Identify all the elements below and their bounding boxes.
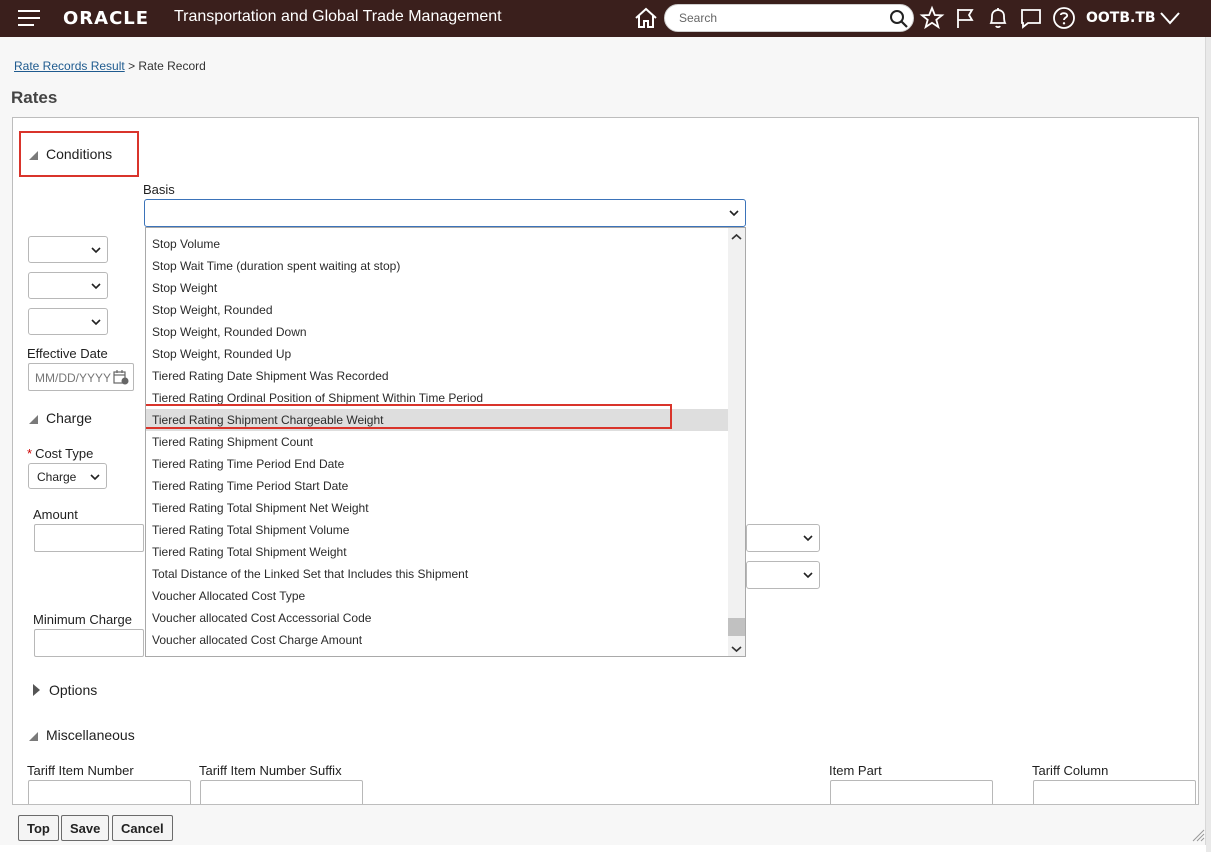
conditions-section-toggle[interactable]: Conditions [29,146,112,162]
save-button[interactable]: Save [61,815,110,841]
basis-option[interactable]: Total Distance of the Linked Set that In… [146,563,729,585]
favorites-star-icon[interactable] [919,5,945,31]
tariff-column-input[interactable] [1033,780,1196,804]
basis-option[interactable]: Voucher allocated Cost Accessorial Code [146,607,729,629]
breadcrumb-current: Rate Record [138,59,206,73]
scroll-down-arrow-icon[interactable] [731,645,742,653]
condition-operator-select-1[interactable] [28,236,108,263]
breadcrumb-link-rate-records-result[interactable]: Rate Records Result [14,59,125,73]
condition-operator-select-3[interactable] [28,308,108,335]
help-icon[interactable] [1051,5,1077,31]
minimum-charge-input[interactable] [34,629,144,657]
flag-icon[interactable] [953,5,979,31]
basis-options: Stop Volume Stop Wait Time (duration spen… [146,233,729,651]
triangle-right-icon [33,684,40,696]
basis-option[interactable]: Tiered Rating Total Shipment Volume [146,519,729,541]
cost-type-select[interactable]: Charge [28,463,107,489]
basis-option[interactable]: Stop Weight, Rounded Down [146,321,729,343]
messages-icon[interactable] [1018,5,1044,31]
user-menu-label[interactable]: OOTB.TB [1086,10,1156,26]
chevron-down-icon [729,210,739,217]
chevron-down-icon [803,572,813,579]
basis-option[interactable]: Tiered Rating Total Shipment Net Weight [146,497,729,519]
scroll-up-arrow-icon[interactable] [731,233,742,241]
basis-option[interactable]: Stop Wait Time (duration spent waiting a… [146,255,729,277]
basis-option[interactable]: Tiered Rating Shipment Count [146,431,729,453]
chevron-down-icon[interactable] [1158,8,1182,28]
tariff-item-number-input[interactable] [28,780,191,804]
page-title: Rates [11,88,58,107]
page-scrollbar[interactable] [1206,37,1211,852]
app-title: Transportation and Global Trade Manageme… [174,8,502,25]
triangle-down-icon [29,732,38,741]
breadcrumb: Rate Records Result > Rate Record [14,59,206,73]
item-part-input[interactable] [830,780,993,804]
basis-option[interactable]: Stop Weight, Rounded Up [146,343,729,365]
item-part-label: Item Part [829,763,882,778]
amount-currency-select[interactable] [746,524,820,552]
tariff-item-number-suffix-label: Tariff Item Number Suffix [199,763,342,778]
basis-option[interactable]: Voucher Allocated Cost Type [146,585,729,607]
amount-unit-select[interactable] [746,561,820,589]
cancel-button[interactable]: Cancel [112,815,173,841]
chevron-down-icon [91,283,101,290]
chevron-down-icon [803,535,813,542]
home-icon[interactable] [633,5,659,31]
oracle-logo: ORACLE [63,8,150,29]
tariff-item-number-suffix-input[interactable] [200,780,363,804]
top-button[interactable]: Top [18,815,59,841]
basis-option[interactable]: Tiered Rating Total Shipment Weight [146,541,729,563]
effective-date-input[interactable]: MM/DD/YYYY [28,363,134,391]
basis-option[interactable]: Stop Volume [146,233,729,255]
dropdown-scrollbar[interactable] [728,228,745,656]
condition-operator-select-2[interactable] [28,272,108,299]
basis-label: Basis [143,182,175,197]
basis-option[interactable]: Tiered Rating Time Period End Date [146,453,729,475]
page-content: Rate Records Result > Rate Record Rates … [0,37,1206,845]
global-search [664,4,914,32]
breadcrumb-separator: > [128,59,136,73]
basis-option[interactable]: Voucher allocated Cost Charge Amount [146,629,729,651]
search-icon[interactable] [889,9,909,29]
basis-select[interactable] [144,199,746,227]
basis-dropdown-list[interactable]: Stop Volume Stop Wait Time (duration spen… [145,227,746,657]
basis-option[interactable]: Stop Weight, Rounded [146,299,729,321]
chevron-down-icon [90,474,100,481]
charge-section-toggle[interactable]: Charge [29,410,92,426]
options-section-toggle[interactable]: Options [33,682,97,698]
minimum-charge-label: Minimum Charge [33,612,132,627]
chevron-down-icon [91,319,101,326]
top-navigation-bar: ORACLE Transportation and Global Trade M… [0,0,1211,37]
basis-option[interactable]: Tiered Rating Date Shipment Was Recorded [146,365,729,387]
chevron-down-icon [91,247,101,254]
cost-type-label: * Cost Type [27,446,94,461]
notifications-bell-icon[interactable] [985,5,1011,31]
calendar-icon[interactable] [113,369,129,385]
tariff-item-number-label: Tariff Item Number [27,763,134,778]
search-input[interactable] [679,10,879,26]
rate-record-form: Conditions Basis Effective Date MM/DD/YY… [12,117,1199,805]
selected-option-highlight [146,404,672,429]
triangle-down-icon [29,415,38,424]
basis-option[interactable]: Tiered Rating Time Period Start Date [146,475,729,497]
triangle-down-icon [29,151,38,160]
effective-date-label: Effective Date [27,346,108,361]
hamburger-menu-icon[interactable] [18,10,42,28]
amount-input[interactable] [34,524,144,552]
miscellaneous-section-toggle[interactable]: Miscellaneous [29,727,135,743]
tariff-column-label: Tariff Column [1032,763,1109,778]
resize-grip-icon[interactable] [1191,828,1205,842]
basis-option[interactable]: Stop Weight [146,277,729,299]
amount-label: Amount [33,507,78,522]
scrollbar-thumb[interactable] [728,618,745,636]
